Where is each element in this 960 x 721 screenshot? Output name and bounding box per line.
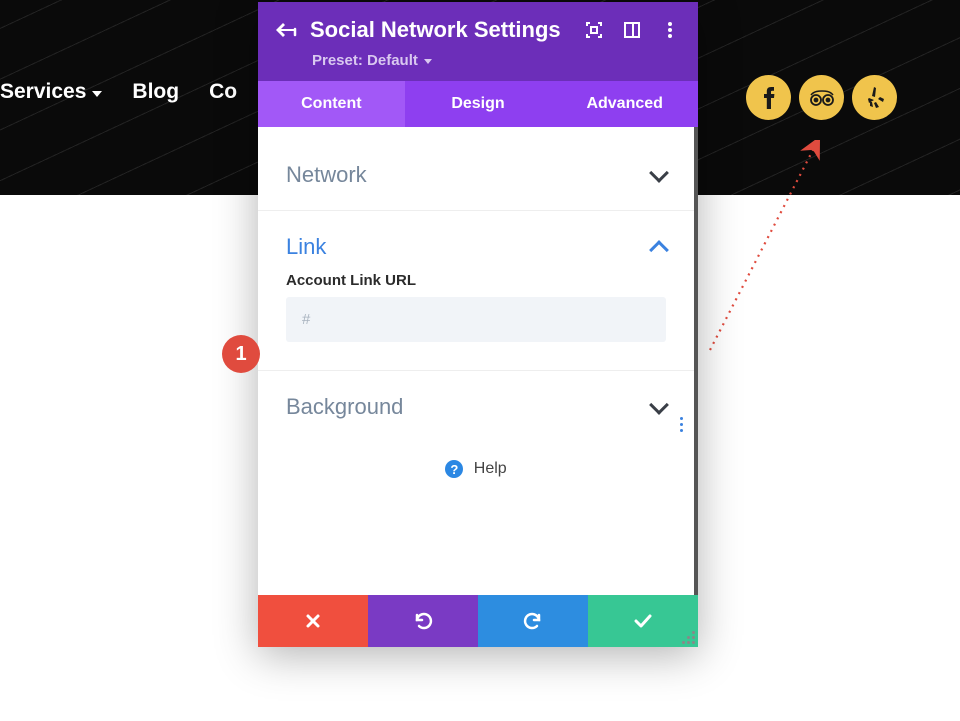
social-icons-group — [746, 75, 897, 120]
yelp-icon[interactable] — [852, 75, 897, 120]
tab-design[interactable]: Design — [405, 81, 552, 127]
tripadvisor-icon[interactable] — [799, 75, 844, 120]
section-link[interactable]: Link — [258, 211, 694, 272]
modal-footer — [258, 595, 698, 647]
section-title: Link — [286, 234, 326, 260]
field-account-link-url: Account Link URL — [258, 272, 694, 370]
main-nav: Services Blog Co — [0, 80, 237, 104]
redo-button[interactable] — [478, 595, 588, 647]
tab-content[interactable]: Content — [258, 81, 405, 127]
nav-label: Co — [209, 80, 237, 104]
annotation-badge-1: 1 — [222, 335, 260, 373]
help-label: Help — [474, 460, 507, 477]
cancel-button[interactable] — [258, 595, 368, 647]
nav-label: Blog — [132, 80, 179, 104]
help-icon: ? — [445, 460, 463, 478]
tab-advanced[interactable]: Advanced — [551, 81, 698, 127]
tab-bar: Content Design Advanced — [258, 81, 698, 127]
field-label: Account Link URL — [286, 272, 666, 289]
section-title: Network — [286, 162, 367, 188]
nav-item-blog[interactable]: Blog — [132, 80, 179, 104]
help-link[interactable]: ? Help — [258, 442, 694, 508]
preset-selector[interactable]: Preset: Default — [272, 44, 684, 81]
nav-item-partial[interactable]: Co — [209, 80, 237, 104]
caret-down-icon — [424, 59, 432, 64]
preset-label: Preset: Default — [312, 52, 418, 69]
section-network[interactable]: Network — [258, 139, 694, 210]
more-icon[interactable] — [656, 16, 684, 44]
chevron-down-icon — [649, 163, 669, 183]
chevron-up-icon — [649, 240, 669, 260]
expand-icon[interactable] — [580, 16, 608, 44]
chevron-down-icon — [649, 395, 669, 415]
modal-title: Social Network Settings — [310, 17, 570, 43]
section-background[interactable]: Background — [258, 371, 694, 442]
account-link-url-input[interactable] — [286, 297, 666, 342]
back-button[interactable] — [272, 16, 300, 44]
nav-item-services[interactable]: Services — [0, 80, 102, 104]
section-title: Background — [286, 394, 403, 420]
modal-body: Network Link Account Link URL Background… — [258, 127, 698, 595]
layout-icon[interactable] — [618, 16, 646, 44]
nav-label: Services — [0, 80, 86, 104]
drag-handle-icon[interactable] — [680, 417, 683, 432]
resize-handle-icon[interactable] — [682, 631, 696, 645]
undo-button[interactable] — [368, 595, 478, 647]
modal-header: Social Network Settings Preset: Default — [258, 2, 698, 81]
facebook-icon[interactable] — [746, 75, 791, 120]
settings-modal: Social Network Settings Preset: Default … — [258, 2, 698, 647]
chevron-down-icon — [92, 91, 102, 97]
